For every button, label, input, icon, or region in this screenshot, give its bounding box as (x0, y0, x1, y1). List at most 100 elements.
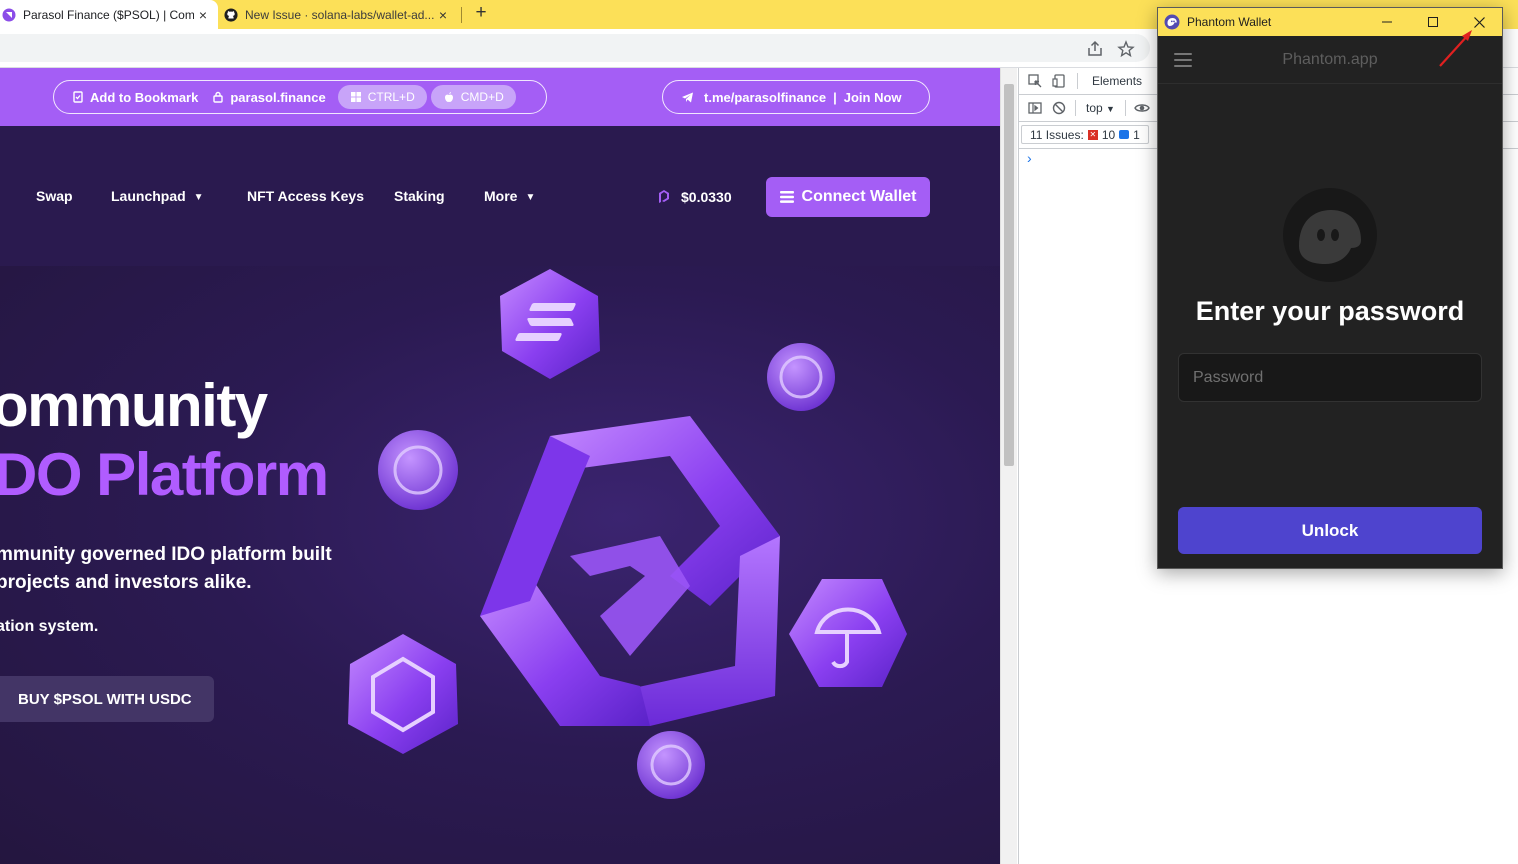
dropdown-arrow-icon: ▼ (1106, 104, 1115, 114)
address-bar[interactable] (0, 34, 1150, 62)
hero-subtext: ation system. (0, 618, 99, 635)
clear-console-icon[interactable] (1047, 97, 1071, 119)
hero-description: mmunity governed IDO platform built proj… (0, 541, 332, 597)
inspect-element-icon[interactable] (1023, 70, 1047, 92)
mac-shortcut-badge: CMD+D (430, 85, 516, 109)
github-icon (224, 7, 238, 22)
annotation-arrow-icon (1439, 30, 1472, 67)
nav-staking-label: Staking (394, 188, 445, 204)
console-prompt[interactable]: › (1027, 150, 1032, 166)
new-tab-button[interactable]: + (470, 3, 492, 25)
windows-icon (350, 92, 361, 102)
context-selector[interactable]: top ▼ (1080, 101, 1121, 115)
tab-title: New Issue · solana-labs/wallet-ad... (245, 7, 434, 22)
connect-wallet-label: Connect Wallet (801, 188, 917, 205)
menu-hamburger-icon[interactable] (1174, 53, 1192, 67)
toolbar-divider (1124, 100, 1126, 116)
mac-shortcut-label: CMD+D (460, 90, 504, 104)
windows-shortcut-badge: CTRL+D (337, 85, 427, 109)
nft-hex-token (348, 634, 458, 754)
connect-wallet-button[interactable]: Connect Wallet (766, 177, 930, 217)
nav-swap-label: Swap (36, 188, 73, 204)
buy-psol-button[interactable]: BUY $PSOL WITH USDC (0, 676, 214, 722)
wallet-stack-icon (779, 191, 794, 203)
device-toolbar-icon[interactable] (1047, 70, 1071, 92)
close-icon (1473, 16, 1485, 28)
toolbar-divider (1075, 100, 1076, 116)
site-navbar: Swap Launchpad ▼ NFT Access Keys Staking … (0, 126, 1000, 266)
parasol-favicon-icon (2, 8, 16, 21)
pipe-divider: | (833, 89, 837, 105)
tab-elements[interactable]: Elements (1084, 74, 1150, 88)
unlock-button[interactable]: Unlock (1178, 507, 1482, 554)
umbrella-hex-token (789, 579, 907, 687)
hero-description-line1: mmunity governed IDO platform built (0, 544, 332, 565)
phantom-app-icon (1164, 14, 1180, 30)
tab-close-icon[interactable]: × (194, 7, 212, 23)
nav-more[interactable]: More ▼ (484, 188, 535, 204)
apple-icon (444, 92, 453, 102)
tab-separator (461, 7, 462, 23)
minimize-button[interactable] (1364, 8, 1410, 36)
issues-label: 11 Issues: (1030, 127, 1084, 142)
telegram-pill[interactable]: t.me/parasolfinance | Join Now (662, 80, 930, 114)
hero-description-line2: projects and investors alike. (0, 572, 252, 593)
domain-link[interactable]: parasol.finance (212, 89, 326, 105)
phantom-wallet-window: Phantom Wallet Phantom.app Enter your pa… (1157, 7, 1503, 569)
bookmark-star-icon[interactable] (1117, 40, 1135, 58)
add-bookmark-label: Add to Bookmark (90, 89, 199, 105)
enter-password-heading: Enter your password (1195, 296, 1465, 326)
nav-nft-access-keys[interactable]: NFT Access Keys (247, 188, 364, 204)
coin-token (767, 343, 835, 411)
minimize-icon (1382, 21, 1392, 23)
hero-title-line1: ommunity (0, 372, 268, 439)
windows-shortcut-label: CTRL+D (367, 90, 415, 104)
page-scrollbar[interactable] (1000, 68, 1017, 864)
phantom-ghost-icon (1299, 210, 1361, 264)
nav-swap[interactable]: Swap (36, 188, 73, 204)
chevron-down-icon: ▼ (193, 192, 204, 203)
tab-close-icon[interactable]: × (434, 7, 452, 23)
scrollbar-thumb[interactable] (1004, 84, 1014, 466)
tab-title: Parasol Finance ($PSOL) | Comm... (23, 7, 194, 22)
nav-staking[interactable]: Staking (394, 188, 445, 204)
buy-psol-label: BUY $PSOL WITH USDC (18, 690, 192, 708)
share-icon[interactable] (1086, 40, 1104, 58)
page-viewport: Add to Bookmark parasol.finance CTRL+D C… (0, 68, 1000, 864)
phantom-window-title: Phantom Wallet (1187, 15, 1272, 29)
bookmark-icon (73, 91, 83, 103)
chevron-down-icon: ▼ (525, 192, 536, 203)
nav-nft-label: NFT Access Keys (247, 188, 364, 204)
tab-parasol[interactable]: Parasol Finance ($PSOL) | Comm... × (0, 0, 218, 29)
context-selector-label: top (1086, 101, 1103, 115)
error-count: 10 (1101, 127, 1116, 142)
phantom-ghost-logo (1283, 188, 1377, 282)
nav-launchpad-label: Launchpad (111, 188, 186, 204)
password-input[interactable] (1178, 353, 1482, 402)
telegram-icon (682, 92, 693, 102)
token-price: $0.0330 (655, 188, 732, 206)
promo-banner: Add to Bookmark parasol.finance CTRL+D C… (0, 68, 1000, 126)
sidebar-toggle-icon[interactable] (1023, 97, 1047, 119)
token-price-value: $0.0330 (681, 189, 732, 205)
issues-counter[interactable]: 11 Issues: ✕ 10 1 (1021, 125, 1149, 144)
hero-section: ommunity DO Platform mmunity governed ID… (0, 266, 1000, 864)
tab-github-issue[interactable]: New Issue · solana-labs/wallet-ad... × (222, 0, 458, 29)
nav-launchpad[interactable]: Launchpad ▼ (111, 188, 204, 204)
info-message-icon (1119, 130, 1130, 139)
telegram-handle: t.me/parasolfinance (704, 89, 827, 105)
info-count: 1 (1133, 127, 1140, 142)
maximize-icon (1428, 17, 1438, 27)
bookmark-pill: Add to Bookmark parasol.finance CTRL+D C… (53, 80, 547, 114)
join-now-link[interactable]: Join Now (844, 90, 902, 105)
coin-token (378, 430, 458, 510)
hero-title-line2: DO Platform (0, 441, 329, 508)
nav-more-label: More (484, 188, 518, 204)
parasol-3d-logo (480, 416, 780, 726)
error-icon: ✕ (1087, 129, 1098, 140)
domain-label: parasol.finance (230, 89, 326, 105)
coin-token (637, 731, 705, 799)
toolbar-divider (1077, 73, 1078, 89)
add-bookmark-link[interactable]: Add to Bookmark (72, 90, 198, 105)
live-expression-eye-icon[interactable] (1130, 97, 1154, 119)
